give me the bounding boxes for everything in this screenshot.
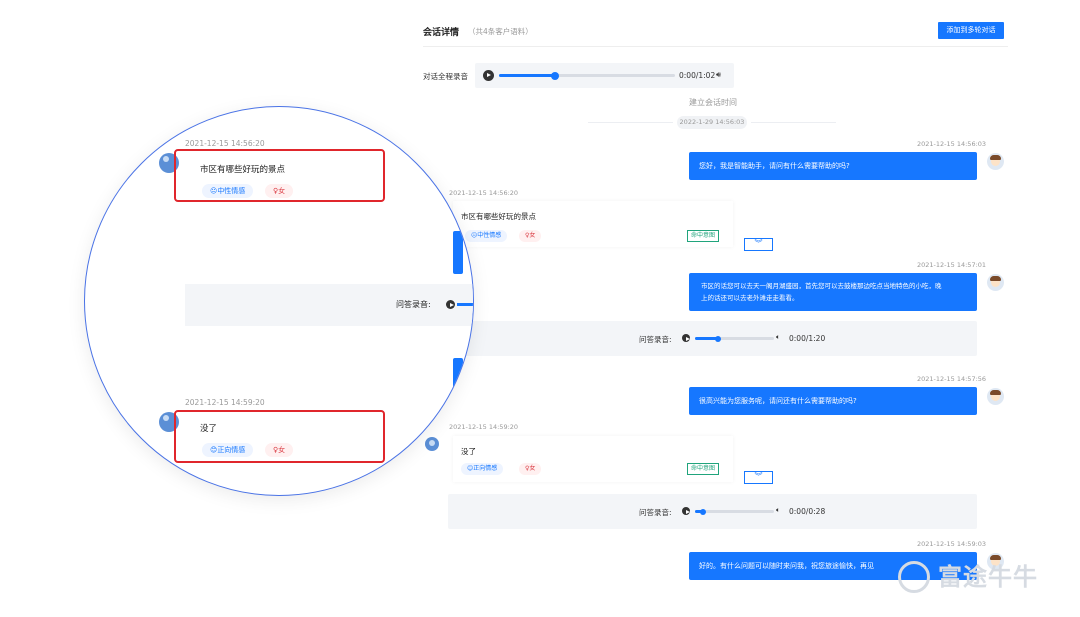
sentiment-tag: 😐中性情感 [465, 230, 508, 242]
sentiment-tag: 😊正向情感 [461, 463, 504, 475]
bot-message-time: 2021-12-15 14:56:03 [917, 140, 987, 148]
intent-hit-badge: 命中意图 [687, 230, 720, 242]
answer-recording-label: 问答录音: [639, 508, 672, 517]
volume-icon[interactable]: 🔈︎ [776, 506, 780, 515]
conversation-panel: 会话详情 （共4条客户语料） 添加到多轮对话 对话全程录音 0:00/1:02 … [413, 0, 1020, 617]
answer-recording-time: 0:00/1:20 [789, 334, 826, 343]
bot-message-bubble: 好的。有什么问题可以随时来问我，祝您旅途愉快，再见 [689, 552, 977, 580]
bot-avatar [987, 388, 1004, 405]
user-message-card: 没了 😊正向情感 ♀女 [453, 436, 733, 482]
user-message-text: 市区有哪些好玩的景点 [461, 212, 536, 221]
gender-tag: ♀女 [519, 463, 542, 475]
zoom-message-time: 2021-12-15 14:59:20 [185, 398, 265, 407]
play-icon[interactable] [682, 334, 690, 342]
answer-recording-row: 问答录音: 🔈︎ 0:00/0:28 [448, 494, 977, 529]
seek-bar[interactable] [499, 71, 675, 80]
zoom-message-time: 2021-12-15 14:56:20 [185, 139, 265, 148]
highlight-box [174, 149, 385, 202]
bot-message-time: 2021-12-15 14:57:01 [917, 261, 987, 269]
user-message-time: 2021-12-15 14:59:20 [449, 423, 519, 431]
seek-progress [457, 303, 473, 306]
play-icon[interactable] [483, 70, 494, 81]
bot-message-time: 2021-12-15 14:57:56 [917, 375, 987, 383]
session-start-time: 2022-1-29 14:56:03 [677, 116, 747, 129]
card-accent [453, 231, 463, 274]
intent-hit-badge: 命中意图 [687, 463, 720, 475]
highlight-box [174, 410, 385, 463]
page-title: 会话详情 [423, 28, 460, 38]
header-divider [423, 46, 1008, 47]
seek-handle[interactable] [551, 71, 560, 80]
bot-avatar [987, 153, 1004, 170]
divider-left [588, 122, 673, 123]
expand-chevron-icon[interactable]: ︾ [744, 471, 773, 484]
user-avatar [425, 437, 439, 451]
volume-icon[interactable]: 🔊︎ [716, 70, 721, 80]
full-recording-player: 0:00/1:02 🔊︎ [475, 63, 734, 88]
card-accent [453, 358, 463, 388]
bot-message-bubble: 市区的话您可以去天一阁月湖盛园，首先您可以去鼓楼那边吃点当地特色的小吃，晚 上的… [689, 273, 977, 311]
answer-recording-row: 问答录音: 🔈︎ 0:00/1:20 [448, 321, 977, 356]
play-icon[interactable] [446, 300, 455, 309]
bot-message-time: 2021-12-15 14:59:03 [917, 540, 987, 548]
watermark-text: 富途牛牛 [938, 563, 1038, 591]
recording-time: 0:00/1:02 [679, 71, 716, 80]
corpus-count: （共4条客户语料） [468, 27, 533, 36]
full-recording-label: 对话全程录音 [423, 72, 468, 81]
seek-handle[interactable] [700, 508, 707, 515]
divider-right [751, 122, 836, 123]
seek-progress [499, 74, 556, 77]
bot-avatar [987, 274, 1004, 291]
seek-bar[interactable] [695, 508, 774, 515]
user-message-text: 没了 [461, 447, 476, 456]
magnifier-callout: 2021-12-15 14:56:20 市区有哪些好玩的景点 😐中性情感 ♀女 … [84, 106, 474, 496]
volume-icon[interactable]: 🔈︎ [776, 333, 780, 342]
gender-tag: ♀女 [519, 230, 542, 242]
play-icon[interactable] [682, 507, 690, 515]
seek-bar[interactable] [695, 335, 774, 342]
user-message-time: 2021-12-15 14:56:20 [449, 189, 519, 197]
answer-recording-label: 问答录音: [639, 335, 672, 344]
expand-chevron-icon[interactable]: ︾ [744, 238, 773, 251]
watermark-logo-icon [898, 561, 930, 593]
bot-message-bubble: 很高兴能为您服务呢，请问还有什么需要帮助的吗? [689, 387, 977, 415]
add-to-multiturn-button[interactable]: 添加到多轮对话 [938, 22, 1004, 39]
zoom-answer-label: 问答录音: [396, 300, 431, 309]
seek-handle[interactable] [714, 335, 721, 342]
answer-recording-time: 0:00/0:28 [789, 507, 826, 516]
bot-message-bubble: 您好，我是智能助手，请问有什么需要帮助的吗? [689, 152, 977, 180]
session-start-label: 建立会话时间 [689, 98, 737, 107]
